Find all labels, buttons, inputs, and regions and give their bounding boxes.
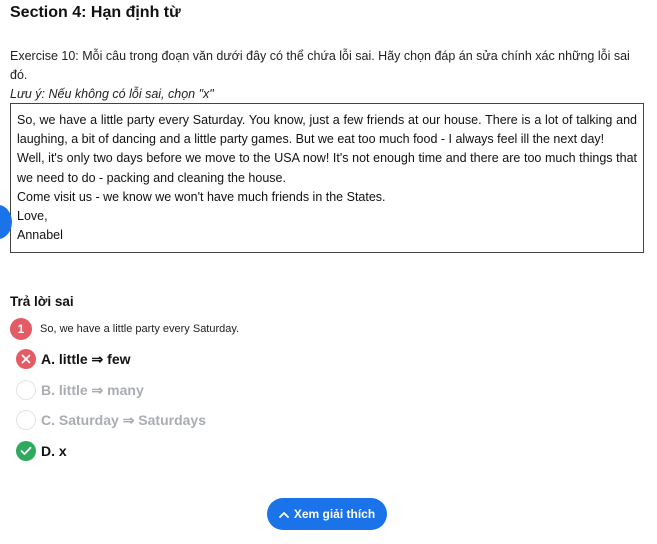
- passage-signoff: Love,: [17, 209, 48, 224]
- passage-paragraph: So, we have a little party every Saturda…: [17, 113, 637, 147]
- section-title: Section 4: Hạn định từ: [10, 4, 181, 21]
- passage-paragraph: Come visit us - we know we won't have mu…: [17, 189, 386, 204]
- view-explanation-label: Xem giải thích: [293, 507, 376, 521]
- option-c[interactable]: C. Saturday ⇒ Saturdays: [16, 410, 206, 430]
- radio-circle-icon: [16, 410, 36, 430]
- option-label: C. Saturday ⇒ Saturdays: [41, 411, 207, 428]
- option-label: D. x: [41, 443, 67, 459]
- passage-signature: Annabel: [17, 228, 63, 243]
- reading-passage: So, we have a little party every Saturda…: [10, 103, 644, 254]
- option-d[interactable]: D. x: [16, 441, 67, 461]
- chevron-up-icon: [278, 511, 289, 518]
- option-b[interactable]: B. little ⇒ many: [16, 380, 144, 400]
- passage-paragraph: Well, it's only two days before we move …: [17, 151, 637, 185]
- question-text: So, we have a little party every Saturda…: [40, 323, 240, 335]
- question-row: 1 So, we have a little party every Satur…: [10, 318, 239, 340]
- wrong-mark-icon: [16, 349, 36, 369]
- question-number-badge: 1: [10, 318, 32, 340]
- view-explanation-button[interactable]: Xem giải thích: [267, 498, 387, 530]
- option-a[interactable]: A. little ⇒ few: [16, 349, 131, 369]
- option-label: A. little ⇒ few: [41, 350, 131, 367]
- option-label: B. little ⇒ many: [41, 381, 144, 398]
- check-mark-icon: [16, 441, 36, 461]
- exercise-instruction: Exercise 10: Mỗi câu trong đoạn văn dưới…: [10, 49, 630, 82]
- radio-circle-icon: [16, 380, 36, 400]
- answer-status-title: Trả lời sai: [10, 294, 74, 309]
- exercise-note: Lưu ý: Nếu không có lỗi sai, chọn "x": [10, 87, 214, 101]
- exercise-instruction-block: Exercise 10: Mỗi câu trong đoạn văn dưới…: [10, 47, 640, 104]
